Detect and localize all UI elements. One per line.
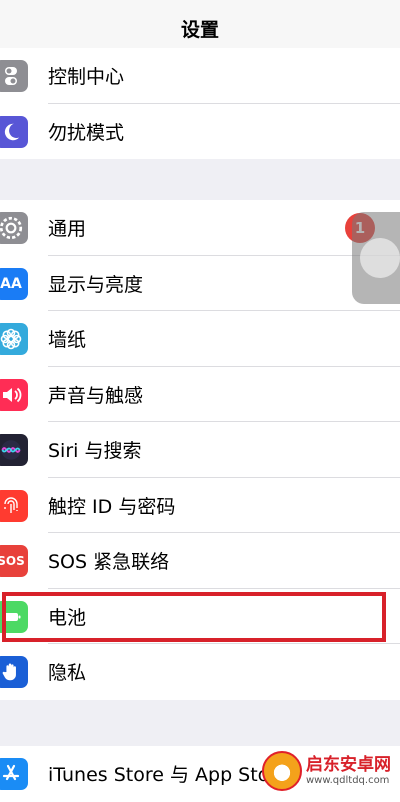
settings-item-touch-id-passcode[interactable]: 触控 ID 与密码 bbox=[0, 478, 400, 533]
settings-item-label: 勿扰模式 bbox=[48, 121, 125, 144]
settings-item-display-brightness[interactable]: AA 显示与亮度 bbox=[0, 256, 400, 311]
watermark: 启东安卓网 www.qdltdq.com bbox=[262, 746, 398, 796]
app-store-icon bbox=[0, 758, 28, 790]
settings-item-privacy[interactable]: 隐私 bbox=[0, 644, 400, 700]
settings-item-sounds-haptics[interactable]: 声音与触感 bbox=[0, 367, 400, 422]
settings-item-siri-search[interactable]: Siri 与搜索 bbox=[0, 422, 400, 478]
fingerprint-icon bbox=[0, 489, 28, 522]
control-center-icon bbox=[0, 60, 28, 92]
settings-item-do-not-disturb[interactable]: 勿扰模式 bbox=[0, 104, 400, 160]
display-aa-icon: AA bbox=[0, 267, 28, 300]
siri-icon bbox=[0, 434, 28, 466]
watermark-text: 启东安卓网 www.qdltdq.com bbox=[306, 755, 391, 787]
battery-highlight-box bbox=[2, 592, 386, 642]
assistive-touch-ring bbox=[360, 238, 400, 278]
settings-item-label: 显示与亮度 bbox=[48, 273, 144, 296]
settings-item-label: Siri 与搜索 bbox=[48, 440, 142, 463]
settings-item-label: 墙纸 bbox=[48, 329, 87, 352]
gear-icon bbox=[0, 212, 28, 244]
settings-item-label: 触控 ID 与密码 bbox=[48, 495, 176, 518]
page-title: 设置 bbox=[180, 18, 219, 41]
settings-item-label: 控制中心 bbox=[48, 66, 125, 89]
settings-item-control-center[interactable]: 控制中心 bbox=[0, 48, 400, 104]
settings-item-label: 隐私 bbox=[48, 662, 87, 685]
settings-item-wallpaper[interactable]: 墙纸 bbox=[0, 311, 400, 367]
settings-group-1: 控制中心 勿扰模式 bbox=[0, 48, 400, 159]
settings-item-label: iTunes Store 与 App Sto bbox=[48, 764, 270, 787]
settings-item-general[interactable]: 通用 1 bbox=[0, 200, 400, 256]
hand-icon bbox=[0, 656, 28, 688]
moon-icon bbox=[0, 115, 28, 148]
speaker-icon bbox=[0, 378, 28, 411]
settings-item-emergency-sos[interactable]: SOS SOS 紧急联络 bbox=[0, 533, 400, 589]
assistive-touch-button[interactable] bbox=[352, 212, 400, 304]
watermark-name: 启东安卓网 bbox=[306, 755, 391, 775]
watermark-logo-icon bbox=[262, 751, 302, 791]
sos-icon-text: SOS bbox=[0, 554, 25, 568]
settings-item-label: 声音与触感 bbox=[48, 384, 144, 407]
settings-item-label: 通用 bbox=[48, 218, 87, 241]
sos-icon: SOS bbox=[0, 545, 28, 577]
settings-item-label: SOS 紧急联络 bbox=[48, 551, 170, 574]
watermark-url: www.qdltdq.com bbox=[306, 775, 390, 786]
wallpaper-flower-icon bbox=[0, 323, 28, 355]
